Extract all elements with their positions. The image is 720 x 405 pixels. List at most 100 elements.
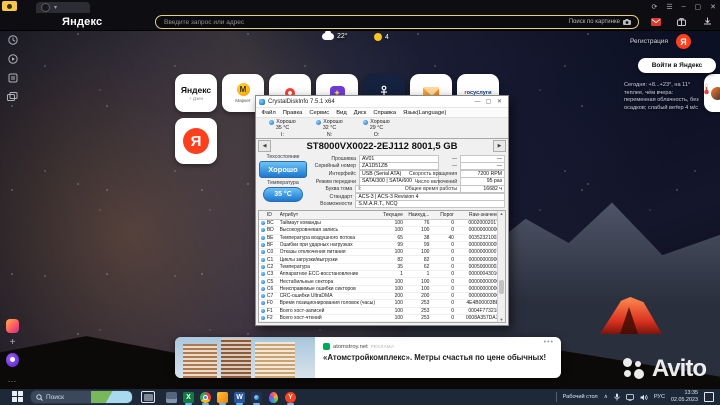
smart-table-row[interactable]: C5 Нестабильные сектора 100 100 0 000000…: [259, 278, 505, 286]
search-bar[interactable]: Поиск по картинке: [155, 15, 639, 29]
add-panel-icon[interactable]: +: [6, 336, 19, 349]
cdi-menu-item[interactable]: Справка: [370, 110, 400, 116]
taskbar-app-paint[interactable]: [265, 390, 282, 405]
registration-label[interactable]: Регистрация: [630, 38, 668, 45]
login-button[interactable]: Войти в Яндекс: [638, 58, 716, 73]
smart-table-row[interactable]: C2 Температура 35 62 0 000500000023: [259, 264, 505, 272]
speaker-icon[interactable]: [640, 394, 648, 401]
attribute-status-icon: [260, 250, 265, 255]
mail-icon[interactable]: [650, 16, 661, 27]
image-search-button[interactable]: Поиск по картинке: [569, 19, 638, 25]
language-indicator[interactable]: РУС: [654, 394, 665, 400]
gift-icon[interactable]: [676, 16, 687, 27]
ad-menu-icon[interactable]: •••: [544, 339, 554, 346]
cdi-drive-tab[interactable]: Хорошо 35 °C I:: [259, 118, 306, 138]
tile-yandex[interactable]: Яндекс + Дзен: [175, 74, 217, 112]
health-status-button[interactable]: Хорошо: [259, 161, 307, 178]
disk-model-title: ST8000VX0022-2EJ112 8001,5 GB: [306, 140, 458, 152]
history-icon[interactable]: [6, 33, 19, 46]
cdi-drive-tab[interactable]: Хорошо 29 °C O:: [353, 118, 400, 138]
tab-favicon: [41, 3, 50, 12]
smart-table-row[interactable]: BC Таймаут команды 100 76 0 00020002017F: [259, 220, 505, 228]
traffic-chip[interactable]: 4: [374, 33, 389, 41]
windows-stack-icon[interactable]: [6, 90, 19, 103]
cdi-menu-item[interactable]: Язык(Language): [400, 110, 450, 116]
tabs-panel-icon[interactable]: [6, 71, 19, 84]
chevron-down-icon[interactable]: ▾: [54, 5, 57, 11]
smart-table-row[interactable]: BD Высокоуровневая запись 100 100 0 0000…: [259, 227, 505, 235]
table-scrollbar[interactable]: ▲ ▼: [497, 211, 505, 323]
next-disk-button[interactable]: ▶: [493, 140, 506, 152]
desktop: ▾ ⟳ ☰ – ▢ ✕ Яндекс Поиск по картинке: [0, 0, 720, 405]
smart-table-row[interactable]: C1 Циклы загрузки/выгрузки 82 82 0 00000…: [259, 256, 505, 264]
yandex-logo[interactable]: Яндекс: [62, 16, 102, 28]
cdi-menu-item[interactable]: Диск: [350, 110, 370, 116]
taskbar-app-crystaldiskinfo[interactable]: [248, 390, 265, 405]
sidebar-more-icon[interactable]: ...: [6, 374, 19, 387]
close-button[interactable]: ✕: [710, 3, 716, 11]
network-icon[interactable]: [625, 393, 634, 401]
advertiser-domain[interactable]: atomstroy.net: [333, 344, 368, 350]
microphone-icon[interactable]: [614, 393, 620, 401]
attribute-status-icon: [260, 272, 265, 277]
yandex-browser-icon: Y: [285, 391, 296, 403]
scroll-down-icon[interactable]: ▼: [500, 317, 504, 322]
cdi-close-button[interactable]: ✕: [494, 98, 505, 105]
cdi-menu-item[interactable]: Вид: [333, 110, 351, 116]
cdi-menu-item[interactable]: Файл: [258, 110, 279, 116]
minimize-button[interactable]: –: [682, 3, 686, 10]
scroll-up-icon[interactable]: ▲: [500, 211, 504, 216]
taskbar-app-calculator[interactable]: [163, 390, 180, 405]
search-input[interactable]: [156, 18, 569, 26]
ad-headline[interactable]: «Атомстройкомплекс». Метры счастья по це…: [323, 353, 553, 362]
temperature-value[interactable]: 35 °C: [263, 187, 303, 202]
taskbar-app-yandex[interactable]: Y: [282, 390, 299, 405]
tile-yandex-home[interactable]: Я: [175, 118, 217, 164]
taskbar-app-word[interactable]: W: [231, 390, 248, 405]
smart-table-row[interactable]: C6 Неисправимые ошибки секторов 100 100 …: [259, 286, 505, 293]
taskbar-app-orange[interactable]: [214, 390, 231, 405]
extension-badge[interactable]: [2, 1, 17, 11]
crystaldiskinfo-icon: [251, 391, 262, 403]
download-icon[interactable]: [702, 16, 713, 27]
cdi-drive-tab[interactable]: Хорошо 32 °C N:: [306, 118, 353, 138]
scrollbar-thumb[interactable]: [499, 279, 504, 294]
cdi-minimize-button[interactable]: —: [472, 99, 483, 105]
maximize-button[interactable]: ▢: [695, 3, 702, 11]
hidden-icons-chevron[interactable]: ∧: [604, 394, 608, 400]
smart-table-row[interactable]: F0 Время позиционирования головок (часы)…: [259, 300, 505, 308]
prev-disk-button[interactable]: ◀: [258, 140, 271, 152]
cdi-menu-item[interactable]: Сервис: [306, 110, 333, 116]
taskbar-app-excel[interactable]: X: [180, 390, 197, 405]
weather-chip[interactable]: 22°: [322, 30, 348, 40]
video-icon[interactable]: [6, 52, 19, 65]
start-button[interactable]: [12, 391, 24, 403]
smart-table-row[interactable]: C3 Аппаратное ECC-восстановление 1 1 0 0…: [259, 271, 505, 279]
cdi-titlebar[interactable]: CrystalDiskInfo 7.5.1 x64 — ▢ ✕: [256, 96, 508, 108]
taskbar-app-chrome[interactable]: [197, 390, 214, 405]
desktop-toggle[interactable]: Рабочий стол: [563, 394, 598, 400]
notification-center-icon[interactable]: [704, 392, 714, 402]
browser-tabbar: ▾ ⟳ ☰ – ▢ ✕: [0, 0, 720, 13]
ad-banner[interactable]: atomstroy.net РЕКЛАМА «Атомстройкомплекс…: [175, 337, 561, 378]
search-icon: [36, 393, 43, 401]
apps-shortcut-icon[interactable]: [6, 318, 19, 333]
smart-table-row[interactable]: BE Температура воздушного потока 65 38 4…: [259, 235, 505, 242]
smart-table-row[interactable]: BF Ошибки при ударных нагрузках 99 99 0 …: [259, 242, 505, 250]
tab-list-icon[interactable]: ☰: [666, 3, 672, 11]
clock[interactable]: 13:35 02.05.2023: [671, 390, 698, 404]
avatar[interactable]: Я: [676, 34, 691, 49]
task-view-button[interactable]: [141, 391, 155, 403]
alice-assistant-icon[interactable]: [6, 352, 19, 367]
weather-summary[interactable]: Сегодня: +8...+23°, на 11° теплее, чем в…: [624, 82, 702, 112]
cdi-menu-item[interactable]: Правка: [279, 110, 306, 116]
smart-table-row[interactable]: C7 CRC-ошибки UltraDMA 200 200 0 0000000…: [259, 293, 505, 301]
smart-table-row[interactable]: F1 Всего хост-записей 100 253 0 0004F773…: [259, 308, 505, 315]
smart-table-row[interactable]: F2 Всего хост-чтений 100 253 0 0008A357D…: [259, 315, 505, 323]
browser-tab[interactable]: ▾: [36, 2, 90, 13]
health-label: Техсостояние: [266, 154, 300, 160]
taskbar-search[interactable]: Поиск: [30, 390, 133, 404]
cdi-maximize-button[interactable]: ▢: [483, 98, 494, 105]
sync-icon[interactable]: ⟳: [651, 3, 657, 11]
smart-table-row[interactable]: C0 Отказы отключения питания 100 100 0 0…: [259, 249, 505, 257]
